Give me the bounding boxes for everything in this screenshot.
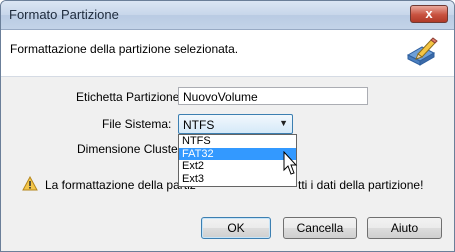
close-button[interactable]: x	[410, 5, 448, 23]
warning-text-end: tti i dati della partizione!	[298, 178, 424, 192]
filesystem-select[interactable]: NTFS ▼	[178, 114, 293, 134]
format-partition-dialog: Formato Partizione x Formattazione della…	[0, 0, 455, 252]
window-title: Formato Partizione	[9, 7, 119, 22]
warning-icon	[22, 176, 38, 191]
close-icon: x	[425, 6, 433, 21]
cancel-button[interactable]: Cancella	[283, 217, 357, 239]
option-fat32[interactable]: FAT32	[179, 147, 296, 160]
filesystem-dropdown-list: NTFS FAT32 Ext2 Ext3	[178, 134, 297, 187]
option-ntfs[interactable]: NTFS	[179, 135, 296, 148]
option-ext2[interactable]: Ext2	[179, 160, 296, 173]
partition-label-input[interactable]: NuovoVolume	[178, 87, 368, 105]
title-bar[interactable]: Formato Partizione x	[1, 1, 454, 30]
filesystem-selected-value: NTFS	[183, 118, 215, 132]
cluster-size-label: Dimensione Cluster:	[77, 142, 186, 156]
pencil-eraser-icon	[406, 37, 438, 66]
header-text: Formattazione della partizione seleziona…	[10, 42, 239, 56]
option-ext3[interactable]: Ext3	[179, 173, 296, 186]
warning-text-start: La formattazione della partiz	[45, 178, 196, 192]
ok-button[interactable]: OK	[201, 217, 271, 239]
help-button[interactable]: Aiuto	[367, 217, 442, 239]
header-banner: Formattazione della partizione seleziona…	[1, 30, 454, 77]
chevron-down-icon: ▼	[279, 118, 288, 128]
partition-label-label: Etichetta Partizione:	[76, 90, 183, 104]
filesystem-label: File Sistema:	[102, 117, 172, 131]
mouse-pointer-icon	[283, 151, 298, 175]
